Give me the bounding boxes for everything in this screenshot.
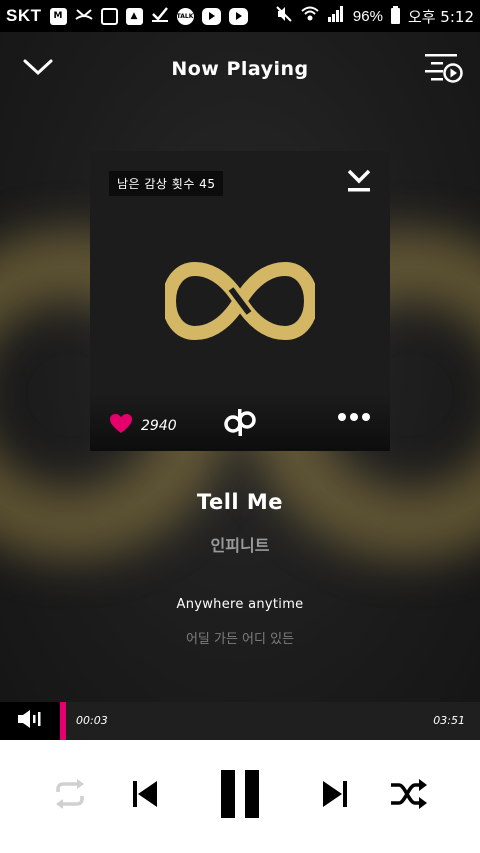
volume-button[interactable] <box>0 702 60 740</box>
playlist-play-icon <box>420 54 464 92</box>
dp-logo-icon[interactable] <box>222 407 258 437</box>
missed-call-icon <box>74 5 93 27</box>
battery-icon <box>390 6 400 24</box>
total-time: 03:51 <box>433 714 465 727</box>
remaining-plays-badge: 남은 감상 횟수 45 <box>109 171 224 196</box>
more-dot <box>350 413 358 421</box>
shuffle-button[interactable] <box>388 768 430 824</box>
check-icon <box>151 5 169 27</box>
like-button[interactable]: 2940 <box>109 413 177 438</box>
seek-bar[interactable] <box>60 702 480 740</box>
album-art[interactable]: 남은 감상 횟수 45 2940 <box>90 151 390 451</box>
status-time: 오후 5:12 <box>407 7 474 26</box>
repeat-button[interactable] <box>48 768 92 824</box>
download-icon <box>345 169 373 201</box>
youtube-icon-1 <box>201 7 221 25</box>
player-header: Now Playing <box>0 32 480 108</box>
signal-icon <box>327 5 345 27</box>
shuffle-icon <box>389 779 429 813</box>
carrier-label: SKT <box>6 6 42 25</box>
kakaotalk-icon: TALK <box>176 7 194 25</box>
artist-name[interactable]: 인피니트 <box>0 532 480 556</box>
more-dot <box>362 413 370 421</box>
pause-icon <box>217 768 263 824</box>
next-button[interactable] <box>318 768 352 824</box>
like-count: 2940 <box>141 417 177 434</box>
lyric-current[interactable]: Anywhere anytime <box>0 597 480 612</box>
volume-icon <box>17 709 43 733</box>
playback-controls <box>0 740 480 853</box>
more-dot <box>338 413 346 421</box>
download-button[interactable] <box>345 167 373 197</box>
progress-bar-area: 00:03 03:51 <box>0 702 480 740</box>
skip-next-icon <box>320 779 350 813</box>
playlist-button[interactable] <box>420 50 464 88</box>
youtube-icon-2 <box>228 7 248 25</box>
skip-previous-icon <box>130 779 160 813</box>
battery-percent: 96% <box>352 7 383 25</box>
status-bar: SKT M ▲ TALK 96% 오후 5:12 <box>0 0 480 32</box>
infinite-logo <box>161 259 319 343</box>
page-title: Now Playing <box>171 58 309 80</box>
song-title: Tell Me <box>196 490 284 514</box>
wifi-icon <box>301 5 319 27</box>
more-options-button[interactable] <box>338 413 370 421</box>
gallery-icon: ▲ <box>125 7 143 25</box>
screenshot-icon <box>100 7 118 25</box>
current-time: 00:03 <box>76 714 108 727</box>
app-m-icon: M <box>49 7 67 25</box>
previous-button[interactable] <box>128 768 162 824</box>
seek-bar-fill <box>60 702 66 740</box>
pause-button[interactable] <box>214 768 266 824</box>
lyric-next[interactable]: 어딜 가든 어디 있든 <box>0 628 480 647</box>
heart-icon <box>109 413 133 438</box>
mute-icon <box>275 5 293 27</box>
repeat-icon <box>50 779 90 813</box>
